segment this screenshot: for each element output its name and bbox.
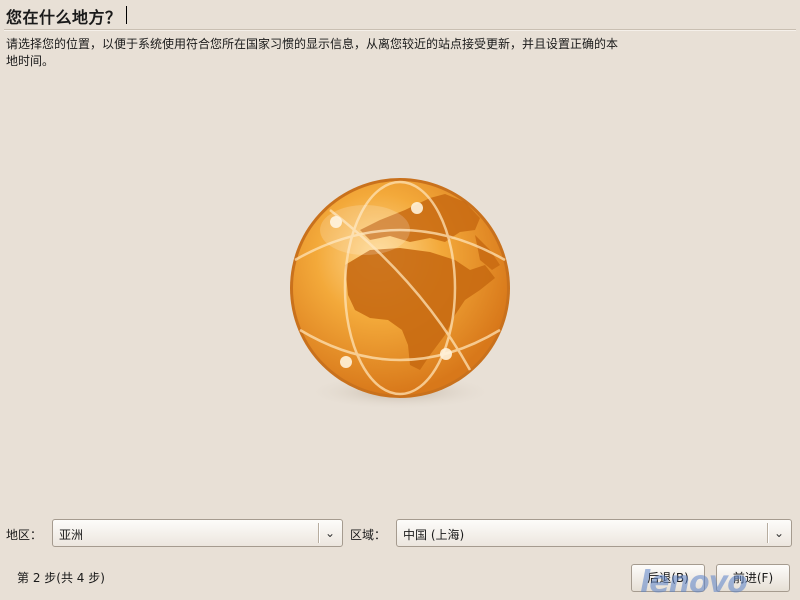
text-cursor bbox=[126, 6, 127, 24]
zone-value: 中国 (上海) bbox=[403, 528, 465, 542]
chevron-down-icon[interactable]: ⌄ bbox=[771, 524, 787, 542]
combo-separator bbox=[318, 523, 320, 543]
page-title: 您在什么地方？ bbox=[6, 8, 122, 27]
region-label: 地区： bbox=[6, 528, 43, 542]
combo-separator bbox=[767, 523, 769, 543]
region-select[interactable]: 亚洲 ⌄ bbox=[52, 519, 343, 547]
step-indicator: 第 2 步(共 4 步) bbox=[17, 571, 105, 585]
page-description: 请选择您的位置，以便于系统使用符合您所在国家习惯的显示信息，从离您较近的站点接受… bbox=[6, 37, 619, 68]
zone-select[interactable]: 中国 (上海) ⌄ bbox=[396, 519, 792, 547]
back-button[interactable]: 后退(B) bbox=[631, 564, 705, 592]
forward-button[interactable]: 前进(F) bbox=[716, 564, 790, 592]
title-divider bbox=[4, 29, 796, 31]
globe-icon[interactable] bbox=[270, 170, 530, 430]
chevron-down-icon[interactable]: ⌄ bbox=[322, 524, 338, 542]
zone-label: 区域： bbox=[350, 528, 387, 542]
region-value: 亚洲 bbox=[59, 528, 84, 542]
